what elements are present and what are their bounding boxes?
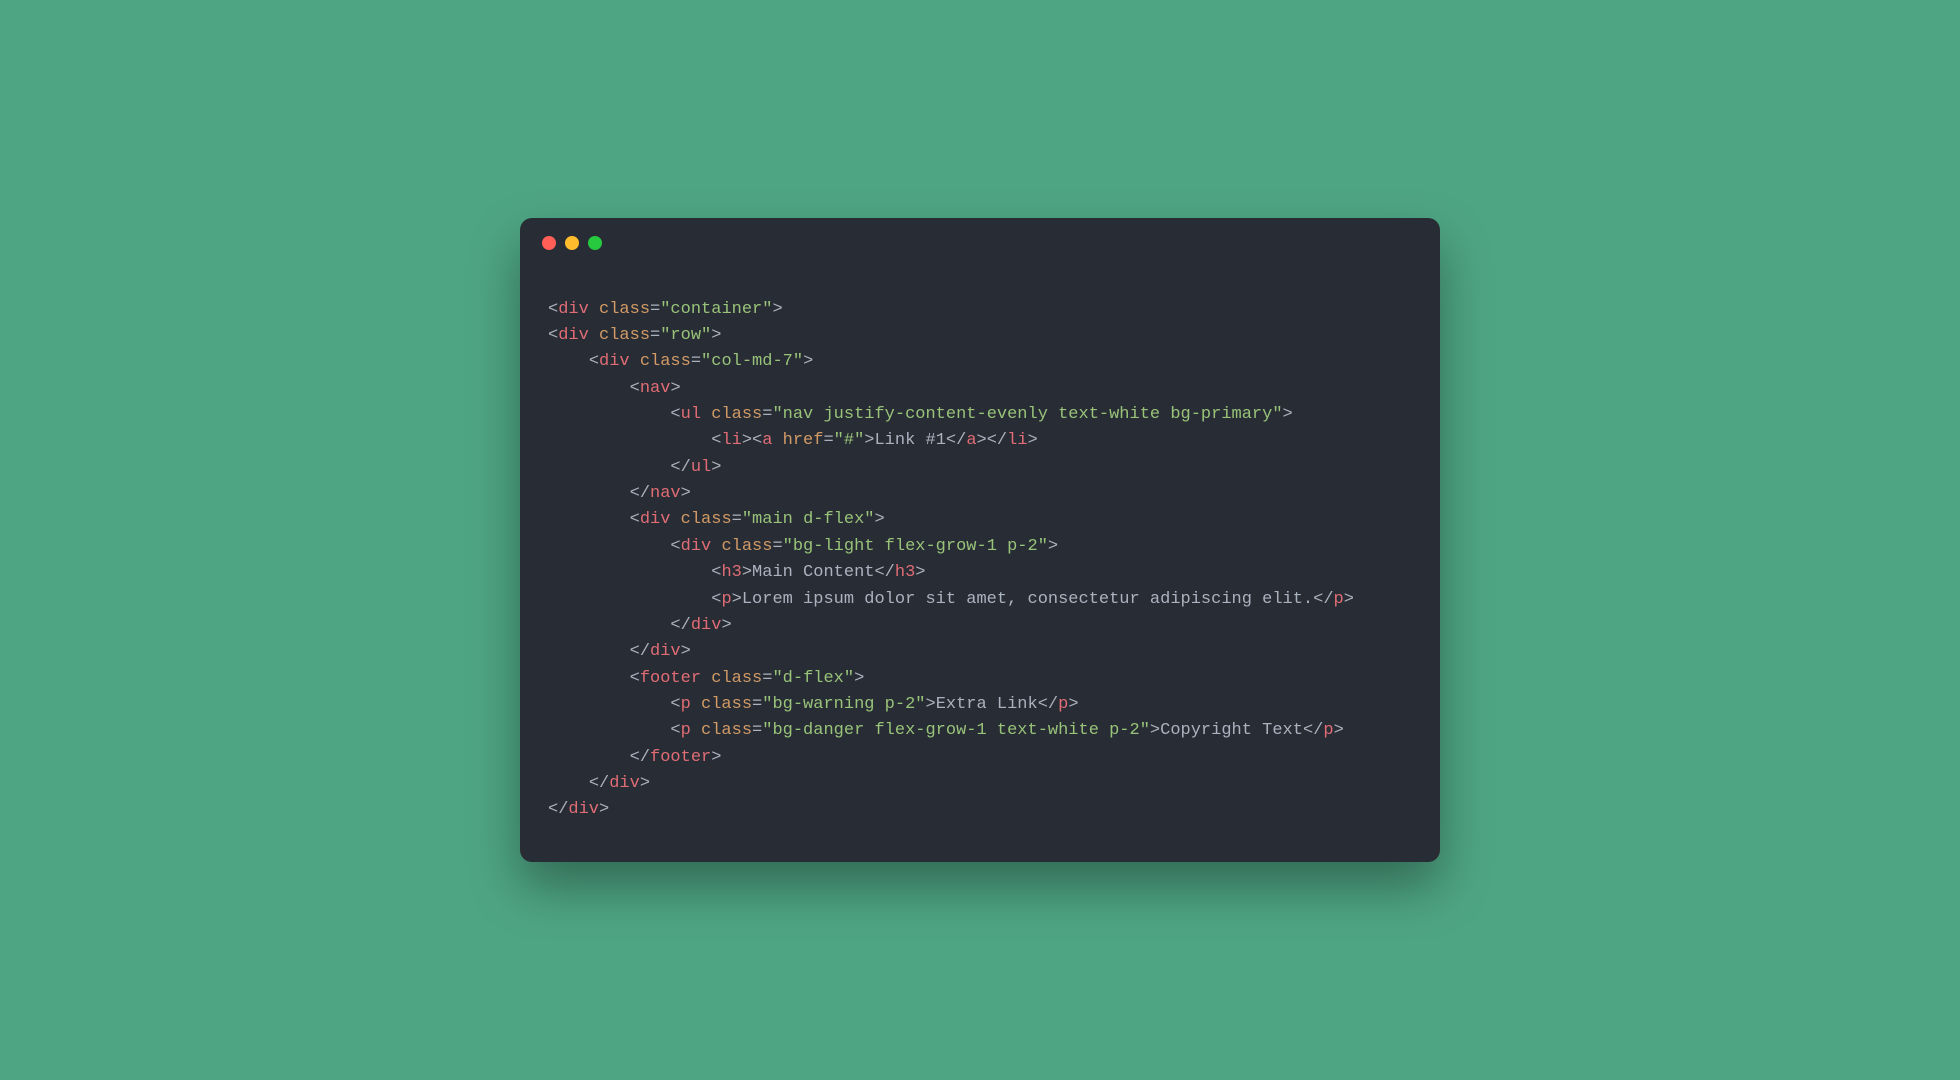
code-line: </div>	[548, 642, 691, 661]
code-line: <nav>	[548, 379, 681, 398]
code-line: </div>	[548, 800, 609, 819]
code-block: <div class="container"> <div class="row"…	[520, 260, 1440, 833]
window-close-icon[interactable]	[542, 236, 556, 250]
code-line: </nav>	[548, 484, 691, 503]
code-line: </div>	[548, 774, 650, 793]
code-line: <div class="main d-flex">	[548, 510, 885, 529]
code-line: <p class="bg-warning p-2">Extra Link</p>	[548, 695, 1079, 714]
code-line: <div class="col-md-7">	[548, 352, 813, 371]
code-editor-window: <div class="container"> <div class="row"…	[520, 218, 1440, 861]
code-line: </footer>	[548, 748, 721, 767]
code-line: <p>Lorem ipsum dolor sit amet, consectet…	[548, 590, 1354, 609]
window-titlebar	[520, 218, 1440, 260]
code-line: <footer class="d-flex">	[548, 669, 864, 688]
code-line: <div class="row">	[548, 326, 721, 345]
window-minimize-icon[interactable]	[565, 236, 579, 250]
code-line: <p class="bg-danger flex-grow-1 text-whi…	[548, 721, 1344, 740]
code-line: <h3>Main Content</h3>	[548, 563, 925, 582]
code-line: <div class="container">	[548, 300, 783, 319]
window-maximize-icon[interactable]	[588, 236, 602, 250]
code-line: <ul class="nav justify-content-evenly te…	[548, 405, 1293, 424]
code-line: </div>	[548, 616, 732, 635]
code-line: <div class="bg-light flex-grow-1 p-2">	[548, 537, 1058, 556]
code-line: </ul>	[548, 458, 721, 477]
code-line: <li><a href="#">Link #1</a></li>	[548, 431, 1038, 450]
